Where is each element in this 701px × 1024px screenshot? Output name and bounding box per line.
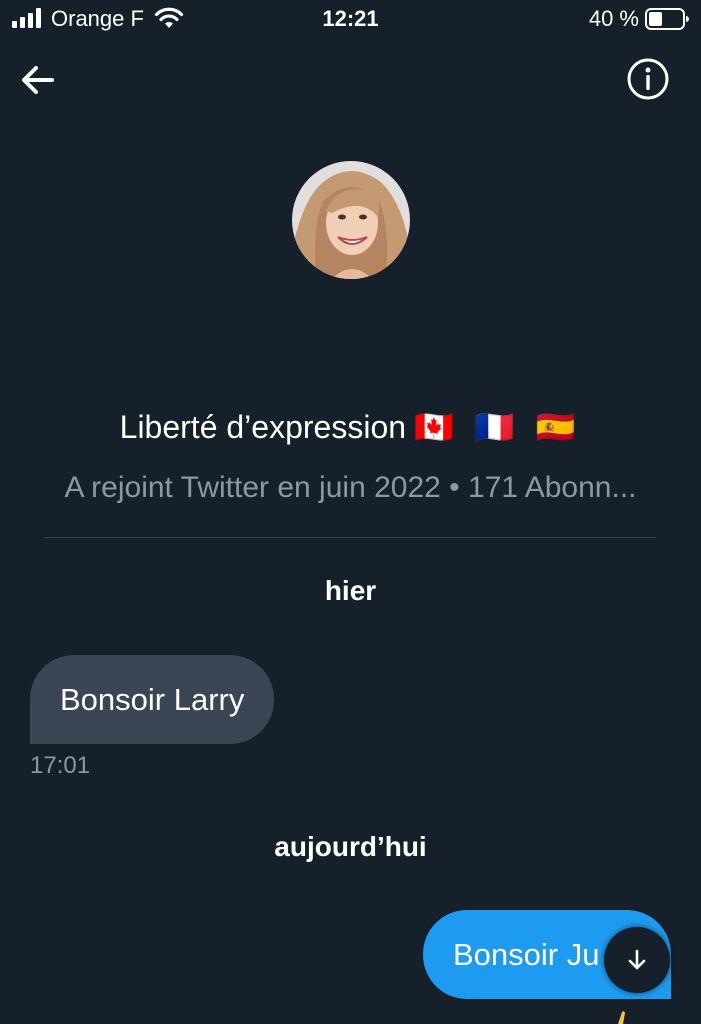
incoming-message-text: Bonsoir Larry xyxy=(60,682,245,717)
profile-meta: A rejoint Twitter en juin 2022 • 171 Abo… xyxy=(64,471,637,504)
day-separator-today: aujourd’hui xyxy=(274,831,427,862)
emoji-peek-icon xyxy=(618,1011,625,1024)
outgoing-message-text: Bonsoir Ju xyxy=(453,937,600,972)
message-timestamp: 17:01 xyxy=(30,752,91,779)
flag-emojis: 🇨🇦 🇫🇷 🇪🇸 xyxy=(414,409,582,445)
avatar[interactable] xyxy=(292,161,410,279)
arrow-left-icon xyxy=(22,66,54,94)
divider xyxy=(45,537,656,538)
back-button[interactable] xyxy=(18,60,58,100)
profile-name: Liberté d’expression 🇨🇦 🇫🇷 🇪🇸 xyxy=(0,408,701,446)
profile-name-text: Liberté d’expression xyxy=(119,409,407,445)
status-bar: Orange F 12:21 40 % xyxy=(0,0,701,40)
scroll-to-bottom-button[interactable] xyxy=(604,927,670,993)
battery-percentage: 40 % xyxy=(588,6,639,31)
profile-photo xyxy=(292,161,410,279)
info-button[interactable] xyxy=(626,57,670,101)
info-circle-icon xyxy=(627,58,669,100)
day-separator-yesterday: hier xyxy=(324,575,377,606)
battery-icon xyxy=(645,8,689,30)
arrow-down-icon xyxy=(628,949,646,970)
incoming-message-bubble[interactable]: Bonsoir Larry xyxy=(30,655,275,744)
